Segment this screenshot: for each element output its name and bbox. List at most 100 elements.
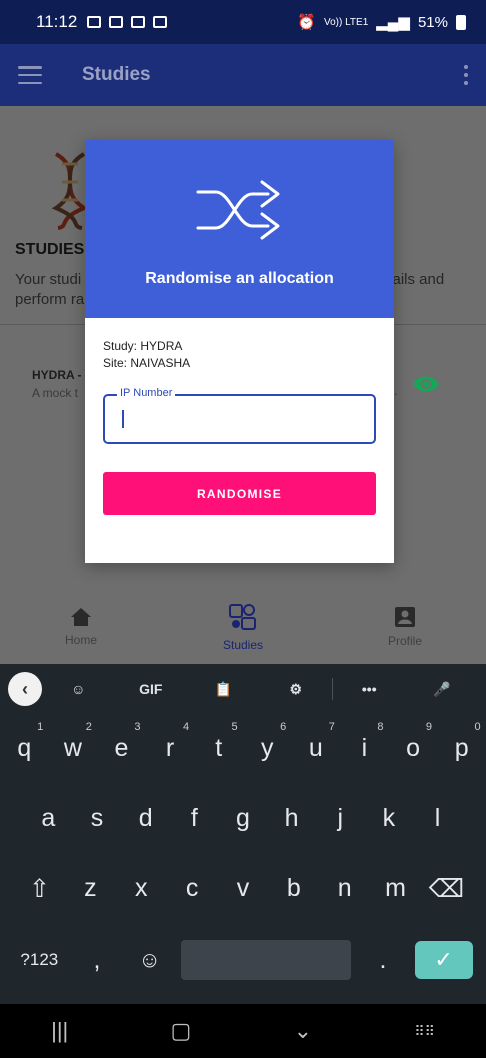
- key-u[interactable]: u7: [295, 721, 337, 763]
- key-s[interactable]: s: [76, 804, 118, 833]
- randomise-button[interactable]: RANDOMISE: [103, 472, 376, 515]
- key-t[interactable]: t5: [198, 721, 240, 763]
- key-v[interactable]: v: [222, 874, 264, 904]
- key-u-label: u: [308, 734, 323, 762]
- keyboard-back-icon[interactable]: ‹: [8, 672, 42, 706]
- key-e-hint: 3: [134, 721, 141, 733]
- microphone-icon[interactable]: 🎤: [406, 681, 479, 698]
- text-caret: [122, 410, 124, 428]
- key-s-label: s: [90, 804, 104, 832]
- key-q-hint: 1: [37, 721, 44, 733]
- study-item-trail: .: [394, 384, 398, 398]
- recents-icon[interactable]: |||: [51, 1018, 68, 1044]
- key-x[interactable]: x: [120, 874, 162, 904]
- key-b[interactable]: b: [273, 874, 315, 904]
- period-key[interactable]: .: [362, 946, 404, 975]
- nav-item-studies[interactable]: Studies: [162, 590, 324, 664]
- nav-item-home[interactable]: Home: [0, 590, 162, 664]
- dna-icon: [51, 152, 89, 230]
- nav-item-profile[interactable]: Profile: [324, 590, 486, 664]
- more-icon[interactable]: •••: [333, 681, 406, 697]
- key-d[interactable]: d: [125, 804, 167, 833]
- key-j[interactable]: j: [319, 804, 361, 833]
- key-q[interactable]: q1: [3, 721, 45, 763]
- status-time: 11:12: [36, 12, 78, 31]
- key-i[interactable]: i8: [343, 721, 385, 763]
- battery-icon: [456, 14, 466, 30]
- key-u-hint: 7: [328, 721, 335, 733]
- app-bar: Studies: [0, 44, 486, 106]
- key-x-label: x: [134, 874, 148, 902]
- key-v-label: v: [236, 874, 250, 902]
- key-t-hint: 5: [231, 721, 238, 733]
- emoji-icon[interactable]: ☺: [129, 947, 171, 973]
- clipboard-icon[interactable]: 📋: [187, 681, 260, 698]
- keyboard-toolbar: ‹ ☺ GIF 📋 ⚙ ••• 🎤: [0, 664, 486, 714]
- key-w[interactable]: w2: [52, 721, 94, 763]
- bottom-navigation: Home Studies Profile: [0, 590, 486, 664]
- symbols-key[interactable]: ?123: [13, 950, 65, 970]
- key-y-hint: 6: [280, 721, 287, 733]
- key-h[interactable]: h: [271, 804, 313, 833]
- dialog-header: Randomise an allocation: [85, 140, 394, 318]
- studies-icon: [229, 604, 256, 630]
- key-f[interactable]: f: [173, 804, 215, 833]
- key-r[interactable]: r4: [149, 721, 191, 763]
- key-e[interactable]: e3: [100, 721, 142, 763]
- key-l[interactable]: l: [417, 804, 459, 833]
- key-m[interactable]: m: [375, 874, 417, 904]
- gif-button[interactable]: GIF: [115, 681, 188, 697]
- ip-number-input[interactable]: [105, 396, 374, 442]
- back-icon[interactable]: ⌄: [294, 1018, 312, 1044]
- menu-icon[interactable]: [18, 66, 42, 84]
- study-item-title[interactable]: HYDRA -: [32, 368, 82, 382]
- check-icon: ✓: [434, 947, 453, 972]
- key-a[interactable]: a: [27, 804, 69, 833]
- site-label: Site: NAIVASHA: [103, 356, 191, 370]
- keyboard-row-2: asdf ghjkl: [0, 804, 486, 833]
- nav-label-profile: Profile: [387, 634, 422, 648]
- key-o[interactable]: o9: [392, 721, 434, 763]
- key-k[interactable]: k: [368, 804, 410, 833]
- key-c[interactable]: c: [171, 874, 213, 904]
- backspace-icon[interactable]: ⌫: [425, 874, 467, 904]
- shift-icon[interactable]: ⇧: [18, 874, 60, 904]
- key-t-label: t: [215, 734, 223, 762]
- key-l-label: l: [434, 804, 441, 832]
- youtube-icon: [153, 16, 168, 28]
- key-o-hint: 9: [425, 721, 433, 733]
- randomise-dialog: Randomise an allocation Study: HYDRA Sit…: [85, 140, 394, 563]
- mail-icon: [109, 16, 124, 28]
- key-g-label: g: [236, 804, 250, 832]
- signal-icon: ▂▄▆: [376, 14, 410, 31]
- enter-key[interactable]: ✓: [414, 941, 473, 979]
- keyboard-switch-icon[interactable]: ⠿⠿: [414, 1023, 435, 1040]
- key-z[interactable]: z: [69, 874, 111, 904]
- key-y-label: y: [261, 734, 274, 762]
- key-n[interactable]: n: [324, 874, 366, 904]
- more-options-icon[interactable]: [464, 65, 468, 85]
- network-label: Vo)) LTE1: [323, 16, 369, 28]
- key-p[interactable]: p0: [441, 721, 483, 763]
- comma-key[interactable]: ,: [76, 946, 118, 975]
- dialog-body: Study: HYDRA Site: NAIVASHA IP Number RA…: [85, 318, 394, 515]
- notification-icon: [87, 16, 102, 28]
- key-f-label: f: [190, 804, 198, 832]
- home-icon: [71, 608, 91, 626]
- sticker-icon[interactable]: ☺: [42, 681, 115, 697]
- space-key[interactable]: [181, 940, 352, 980]
- key-r-label: r: [165, 734, 175, 762]
- key-m-label: m: [385, 874, 406, 902]
- eye-icon[interactable]: [412, 374, 440, 394]
- key-y[interactable]: y6: [246, 721, 288, 763]
- settings-icon[interactable]: ⚙: [260, 681, 333, 698]
- home-button-icon[interactable]: ▢: [171, 1018, 192, 1044]
- key-g[interactable]: g: [222, 804, 264, 833]
- key-j-label: j: [337, 804, 344, 832]
- key-o-label: o: [406, 734, 420, 762]
- keyboard-row-3: ⇧ z x c v b n m ⌫: [0, 874, 486, 904]
- key-b-label: b: [286, 874, 301, 902]
- ip-number-field[interactable]: IP Number: [103, 387, 376, 444]
- key-z-label: z: [84, 874, 97, 902]
- key-r-hint: 4: [182, 721, 190, 733]
